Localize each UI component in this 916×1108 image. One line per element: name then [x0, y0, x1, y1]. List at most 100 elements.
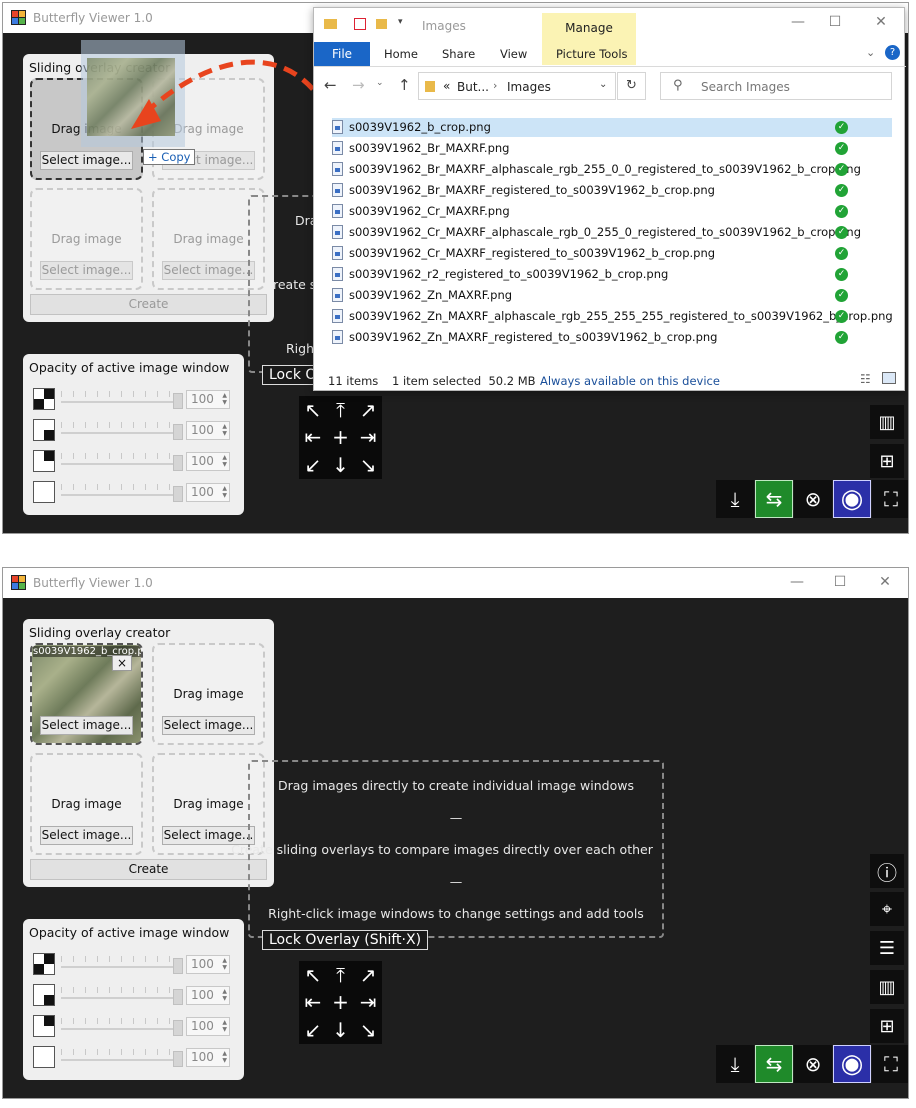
file-row[interactable]: s0039V1962_Zn_MAXRF.png ✓ — [332, 286, 892, 305]
slider-thumb[interactable] — [173, 393, 183, 409]
opacity-spinbox[interactable]: 100 ▲ ▼ — [186, 955, 230, 974]
arrow-left-icon[interactable]: ⇤ — [299, 989, 327, 1017]
opacity-spinbox[interactable]: 100 ▲ ▼ — [186, 1017, 230, 1036]
arrow-down-left-icon[interactable]: ↙ — [299, 1016, 327, 1044]
arrow-down-left-icon[interactable]: ↙ — [299, 451, 327, 479]
opacity-slider[interactable] — [61, 494, 179, 496]
slider-thumb[interactable] — [173, 486, 183, 502]
slider-thumb[interactable] — [173, 455, 183, 471]
swap-icon[interactable]: ⇆ — [755, 1045, 793, 1083]
arrow-down-right-icon[interactable]: ↘ — [354, 1016, 382, 1044]
back-icon[interactable]: ← — [324, 76, 337, 94]
opacity-spinbox[interactable]: 100 ▲ ▼ — [186, 390, 230, 409]
file-row[interactable]: s0039V1962_Cr_MAXRF_registered_to_s0039V… — [332, 244, 892, 263]
tab-share[interactable]: Share — [442, 47, 475, 61]
image-slot-3[interactable]: Drag image Select image... — [30, 188, 143, 290]
select-image-button[interactable]: Select image... — [162, 261, 255, 280]
tab-home[interactable]: Home — [384, 47, 418, 61]
slider-thumb[interactable] — [173, 989, 183, 1005]
arrow-down-icon[interactable]: ↓ — [327, 1016, 355, 1044]
image-slot-3[interactable]: Drag image Select image... — [30, 753, 143, 855]
horizontal-split-icon[interactable]: ☰ — [870, 931, 904, 965]
arrow-up-right-icon[interactable]: ↗ — [354, 961, 382, 989]
minimize-button[interactable]: — — [787, 574, 807, 590]
manage-label[interactable]: Manage — [542, 21, 636, 35]
file-row[interactable]: s0039V1962_Br_MAXRF_registered_to_s0039V… — [332, 181, 892, 200]
opacity-slider[interactable] — [61, 966, 179, 968]
select-image-button[interactable]: Select image... — [40, 261, 133, 280]
opacity-spinbox[interactable]: 100 ▲ ▼ — [186, 986, 230, 1005]
download-icon[interactable]: ⤓ — [716, 480, 754, 518]
arrow-down-icon[interactable]: ↓ — [327, 451, 355, 479]
close-circle-icon[interactable]: ⊗ — [794, 480, 832, 518]
lock-overlay-label[interactable]: Lock Overlay (Shift·X) — [262, 930, 429, 950]
close-circle-icon[interactable]: ⊗ — [794, 1045, 832, 1083]
refresh-icon[interactable]: ↻ — [617, 72, 646, 100]
slider-thumb[interactable] — [173, 424, 183, 440]
create-button[interactable]: Create — [30, 859, 267, 880]
fullscreen-icon[interactable]: ⛶ — [872, 1045, 908, 1083]
opacity-slider[interactable] — [61, 432, 179, 434]
select-image-button[interactable]: Select image... — [40, 716, 133, 735]
grid-icon[interactable]: ⊞ — [870, 1009, 904, 1043]
opacity-spinbox[interactable]: 100 ▲ ▼ — [186, 421, 230, 440]
ribbon-expand-icon[interactable]: ⌄ — [866, 46, 875, 59]
slider-thumb[interactable] — [173, 1051, 183, 1067]
crosshair-icon[interactable]: ⌖ — [870, 892, 904, 926]
tab-picture-tools[interactable]: Picture Tools — [556, 47, 628, 61]
arrow-up-left-icon[interactable]: ↖ — [299, 961, 327, 989]
file-row[interactable]: s0039V1962_r2_registered_to_s0039V1962_b… — [332, 265, 892, 284]
arrow-up-right-icon[interactable]: ↗ — [354, 396, 382, 424]
file-row[interactable]: s0039V1962_b_crop.png ✓ — [332, 118, 892, 137]
eye-icon[interactable]: ◉ — [833, 480, 871, 518]
up-icon[interactable]: ↑ — [398, 76, 411, 94]
select-image-button[interactable]: Select image... — [162, 716, 255, 735]
arrow-down-right-icon[interactable]: ↘ — [354, 451, 382, 479]
create-button[interactable]: Create — [30, 294, 267, 315]
file-row[interactable]: s0039V1962_Br_MAXRF_alphascale_rgb_255_0… — [332, 160, 892, 179]
arrow-right-icon[interactable]: ⇥ — [354, 989, 382, 1017]
explorer-close-button[interactable]: ✕ — [871, 14, 891, 30]
arrow-right-icon[interactable]: ⇥ — [354, 424, 382, 452]
file-row[interactable]: s0039V1962_Cr_MAXRF_alphascale_rgb_0_255… — [332, 223, 892, 242]
opacity-slider[interactable] — [61, 401, 179, 403]
path-segment-2[interactable]: Images — [507, 80, 551, 94]
grid-icon[interactable]: ⊞ — [870, 444, 904, 478]
tab-view[interactable]: View — [500, 47, 527, 61]
details-view-icon[interactable]: ☷ — [860, 372, 871, 386]
download-icon[interactable]: ⤓ — [716, 1045, 754, 1083]
opacity-spinbox[interactable]: 100 ▲ ▼ — [186, 1048, 230, 1067]
maximize-button[interactable]: ☐ — [830, 574, 850, 590]
arrow-top-icon[interactable]: ⤒ — [327, 961, 355, 989]
search-box[interactable]: ⚲ Search Images — [660, 72, 892, 100]
tab-file[interactable]: File — [314, 42, 370, 66]
vertical-split-icon[interactable]: ▥ — [870, 405, 904, 439]
swap-icon[interactable]: ⇆ — [755, 480, 793, 518]
opacity-slider[interactable] — [61, 1028, 179, 1030]
slider-thumb[interactable] — [173, 1020, 183, 1036]
remove-image-button[interactable]: × — [112, 655, 132, 671]
eye-icon[interactable]: ◉ — [833, 1045, 871, 1083]
center-plus-icon[interactable]: + — [327, 424, 355, 452]
file-row[interactable]: s0039V1962_Zn_MAXRF_registered_to_s0039V… — [332, 328, 892, 347]
recent-dropdown-icon[interactable]: ⌄ — [376, 78, 384, 88]
arrow-left-icon[interactable]: ⇤ — [299, 424, 327, 452]
image-slot-2[interactable]: Drag image Select image... — [152, 643, 265, 745]
slider-thumb[interactable] — [173, 958, 183, 974]
path-segment-1[interactable]: But... — [457, 80, 489, 94]
forward-icon[interactable]: → — [352, 76, 365, 94]
file-row[interactable]: s0039V1962_Zn_MAXRF_alphascale_rgb_255_2… — [332, 307, 893, 326]
opacity-slider[interactable] — [61, 1059, 179, 1061]
address-dropdown-icon[interactable]: ⌄ — [599, 79, 607, 90]
center-plus-icon[interactable]: + — [327, 989, 355, 1017]
close-button[interactable]: ✕ — [875, 574, 895, 590]
arrow-up-left-icon[interactable]: ↖ — [299, 396, 327, 424]
image-slot-1[interactable]: s0039V1962_b_crop.png × Select image... — [30, 643, 143, 745]
qat-dropdown-icon[interactable]: ▾ — [398, 17, 403, 27]
opacity-slider[interactable] — [61, 463, 179, 465]
select-image-button[interactable]: Select image... — [40, 826, 133, 845]
opacity-spinbox[interactable]: 100 ▲ ▼ — [186, 483, 230, 502]
help-icon[interactable]: ? — [885, 45, 900, 60]
info-icon[interactable]: ⓘ — [870, 854, 904, 888]
address-bar[interactable]: « But... › Images ⌄ — [418, 72, 616, 100]
